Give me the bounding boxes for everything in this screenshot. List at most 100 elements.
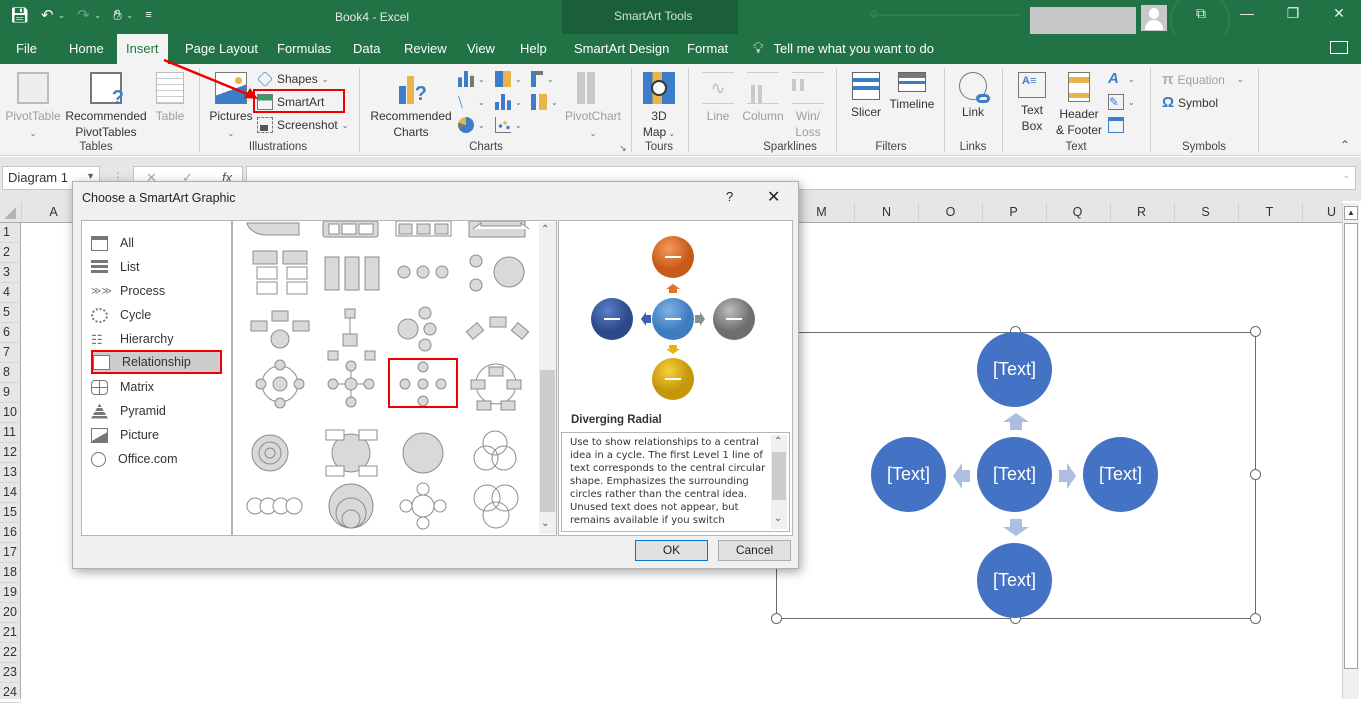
- row-header[interactable]: 5: [0, 303, 21, 323]
- waterfall-chart-button[interactable]: ⌄: [531, 71, 554, 87]
- layout-thumb-funnel-gear[interactable]: [469, 254, 525, 292]
- category-cycle[interactable]: Cycle: [91, 303, 221, 327]
- comments-icon[interactable]: [1330, 41, 1348, 54]
- help-button[interactable]: ?: [726, 189, 733, 204]
- tab-data[interactable]: Data: [353, 41, 380, 56]
- row-header[interactable]: 9: [0, 383, 21, 403]
- account-name-redacted[interactable]: [1030, 7, 1136, 36]
- 3d-map-button[interactable]: 3D Map ⌄: [636, 72, 682, 142]
- redo-dropdown-icon[interactable]: ⌄: [94, 10, 102, 21]
- row-header[interactable]: 21: [0, 623, 21, 643]
- close-dialog-button[interactable]: ✕: [767, 187, 780, 207]
- resize-handle[interactable]: [1250, 469, 1261, 480]
- restore-button[interactable]: ❐: [1278, 5, 1308, 22]
- symbol-button[interactable]: Ω Symbol: [1162, 94, 1218, 111]
- pivotchart-button[interactable]: PivotChart ⌄: [562, 72, 624, 142]
- layout-thumb-basic-radial[interactable]: [327, 360, 375, 408]
- row-header[interactable]: 1: [0, 223, 21, 243]
- hierarchy-chart-button[interactable]: ⌄: [495, 71, 522, 87]
- scrollbar-thumb[interactable]: [540, 370, 555, 512]
- scroll-up-icon[interactable]: ⌃: [774, 436, 782, 447]
- signature-line-button[interactable]: ✎ ⌄: [1108, 94, 1135, 110]
- redo-icon[interactable]: ↷: [77, 6, 90, 24]
- scroll-down-icon[interactable]: ⌄: [541, 518, 549, 529]
- expand-formula-bar-icon[interactable]: ⌄: [1342, 170, 1350, 181]
- screenshot-button[interactable]: Screenshot ⌄: [257, 117, 348, 133]
- layout-thumb-grouped-list[interactable]: [252, 250, 308, 295]
- row-header[interactable]: 3: [0, 263, 21, 283]
- ok-button[interactable]: OK: [635, 540, 708, 561]
- layout-thumb-cycle-matrix[interactable]: [325, 429, 378, 477]
- column-header[interactable]: Q: [1046, 205, 1109, 219]
- row-header[interactable]: 2: [0, 243, 21, 263]
- smartart-node-right[interactable]: [Text]: [1083, 437, 1158, 512]
- tab-home[interactable]: Home: [69, 41, 104, 56]
- link-button[interactable]: Link: [952, 72, 994, 120]
- row-header[interactable]: 11: [0, 423, 21, 443]
- cancel-button[interactable]: Cancel: [718, 540, 791, 561]
- pie-chart-button[interactable]: ⌄: [458, 117, 485, 133]
- layout-thumb-plus-and-minus[interactable]: [465, 316, 530, 341]
- scrollbar-thumb[interactable]: [1344, 223, 1358, 669]
- layout-thumb-opposing-arrows[interactable]: [468, 221, 530, 238]
- tab-page-layout[interactable]: Page Layout: [185, 41, 258, 56]
- touch-dropdown-icon[interactable]: ⌄: [126, 10, 134, 21]
- select-all-icon[interactable]: [4, 207, 16, 219]
- category-matrix[interactable]: Matrix: [91, 375, 221, 399]
- touch-mode-icon[interactable]: ✋︎: [113, 7, 122, 24]
- avatar[interactable]: [1141, 5, 1167, 31]
- category-office-com[interactable]: Office.com: [91, 447, 221, 471]
- smartart-node-top[interactable]: [Text]: [977, 332, 1052, 407]
- tab-file[interactable]: File: [16, 41, 37, 56]
- row-header[interactable]: 17: [0, 543, 21, 563]
- row-header[interactable]: 7: [0, 343, 21, 363]
- tab-format[interactable]: Format: [687, 41, 728, 56]
- header-footer-button[interactable]: Header & Footer: [1053, 72, 1105, 138]
- column-header[interactable]: M: [790, 205, 853, 219]
- smartart-node-left[interactable]: [Text]: [871, 437, 946, 512]
- line-chart-button[interactable]: ⧹ ⌄: [458, 94, 485, 110]
- scroll-up-icon[interactable]: ⌃: [541, 224, 549, 235]
- wordart-button[interactable]: A ⌄: [1108, 71, 1135, 87]
- row-header[interactable]: 19: [0, 583, 21, 603]
- chevron-down-icon[interactable]: ▼: [86, 171, 95, 181]
- ribbon-display-options-icon[interactable]: ⧉: [1186, 5, 1216, 22]
- slicer-button[interactable]: Slicer: [846, 72, 886, 120]
- category-relationship[interactable]: Relationship: [91, 350, 222, 374]
- scroll-down-icon[interactable]: ⌄: [774, 513, 782, 524]
- tab-review[interactable]: Review: [404, 41, 447, 56]
- layout-thumb-counterbalance-venn[interactable]: [473, 484, 519, 529]
- layout-thumb-multidirectional-cycle[interactable]: [470, 363, 522, 411]
- resize-handle[interactable]: [1250, 613, 1261, 624]
- undo-dropdown-icon[interactable]: ⌄: [58, 10, 66, 21]
- save-icon[interactable]: 💾︎: [10, 6, 29, 24]
- row-header[interactable]: 24: [0, 683, 21, 703]
- layout-thumb-nested-target-list[interactable]: [322, 221, 379, 238]
- sparkline-winloss-button[interactable]: Win/Loss: [790, 72, 826, 140]
- smartart-node-bottom[interactable]: [Text]: [977, 543, 1052, 618]
- column-header[interactable]: O: [919, 205, 982, 219]
- pivottable-button[interactable]: PivotTable ⌄: [4, 72, 62, 142]
- sparkline-column-button[interactable]: Column: [740, 72, 786, 124]
- recommended-charts-button[interactable]: ? Recommended Charts: [368, 72, 454, 140]
- sparkline-line-button[interactable]: ∿ Line: [698, 72, 738, 124]
- category-all[interactable]: All: [91, 231, 221, 255]
- row-header[interactable]: 4: [0, 283, 21, 303]
- gallery-scrollbar[interactable]: ⌃ ⌄: [539, 222, 556, 534]
- resize-handle[interactable]: [771, 613, 782, 624]
- minimize-button[interactable]: —: [1232, 5, 1262, 21]
- layout-thumb-radial-cluster[interactable]: [327, 308, 376, 361]
- row-header[interactable]: 6: [0, 323, 21, 343]
- row-header[interactable]: 22: [0, 643, 21, 663]
- statistic-chart-button[interactable]: ⌄: [495, 94, 522, 110]
- category-process[interactable]: ≫≫ Process: [91, 279, 221, 303]
- category-hierarchy[interactable]: ☷ Hierarchy: [91, 327, 221, 351]
- scrollbar-thumb[interactable]: [772, 452, 786, 500]
- undo-icon[interactable]: ↶: [41, 6, 54, 24]
- vertical-scrollbar[interactable]: ▲: [1342, 203, 1359, 699]
- category-pyramid[interactable]: Pyramid: [91, 399, 221, 423]
- row-header[interactable]: 8: [0, 363, 21, 383]
- row-header[interactable]: 14: [0, 483, 21, 503]
- tab-help[interactable]: Help: [520, 41, 547, 56]
- text-box-button[interactable]: A≡ Text Box: [1012, 72, 1052, 134]
